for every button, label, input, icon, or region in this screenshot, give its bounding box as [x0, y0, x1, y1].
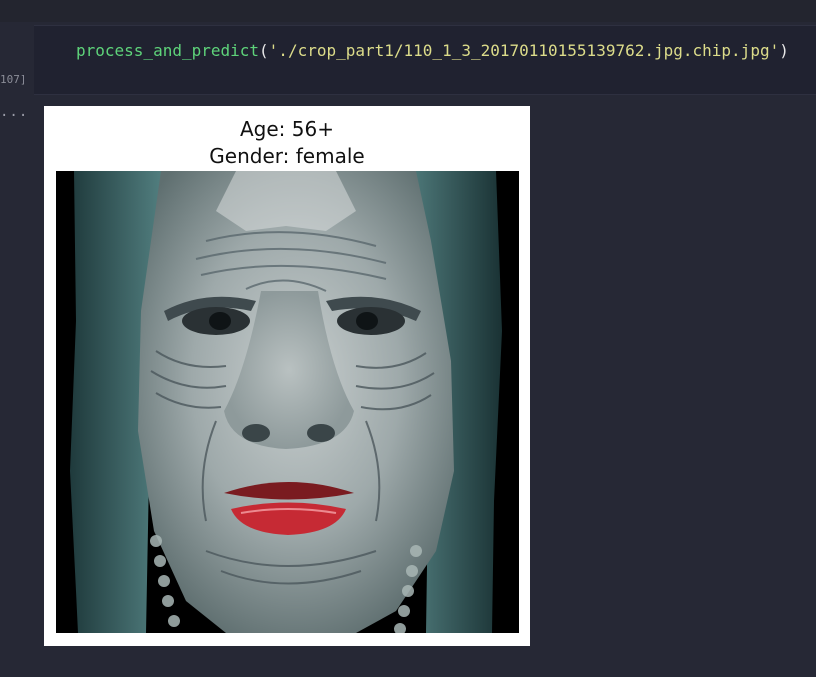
gender-label: Gender: female [209, 144, 365, 168]
code-line[interactable]: process_and_predict('./crop_part1/110_1_… [76, 40, 789, 62]
execution-count: 107] [0, 73, 27, 86]
open-paren: ( [259, 41, 269, 60]
function-name: process_and_predict [76, 41, 260, 60]
close-paren: ) [779, 41, 789, 60]
output-figure: Age: 56+ Gender: female [44, 106, 530, 646]
face-photo [56, 171, 519, 633]
output-more-actions[interactable]: ... [0, 104, 28, 120]
face-photo-illustration [56, 171, 519, 633]
age-label: Age: 56+ [240, 117, 334, 141]
previous-output-strip [0, 0, 816, 22]
notebook-page: process_and_predict('./crop_part1/110_1_… [0, 0, 816, 677]
string-argument: './crop_part1/110_1_3_20170110155139762.… [268, 41, 780, 60]
code-cell[interactable]: process_and_predict('./crop_part1/110_1_… [34, 25, 816, 95]
figure-title: Age: 56+ Gender: female [44, 116, 530, 170]
